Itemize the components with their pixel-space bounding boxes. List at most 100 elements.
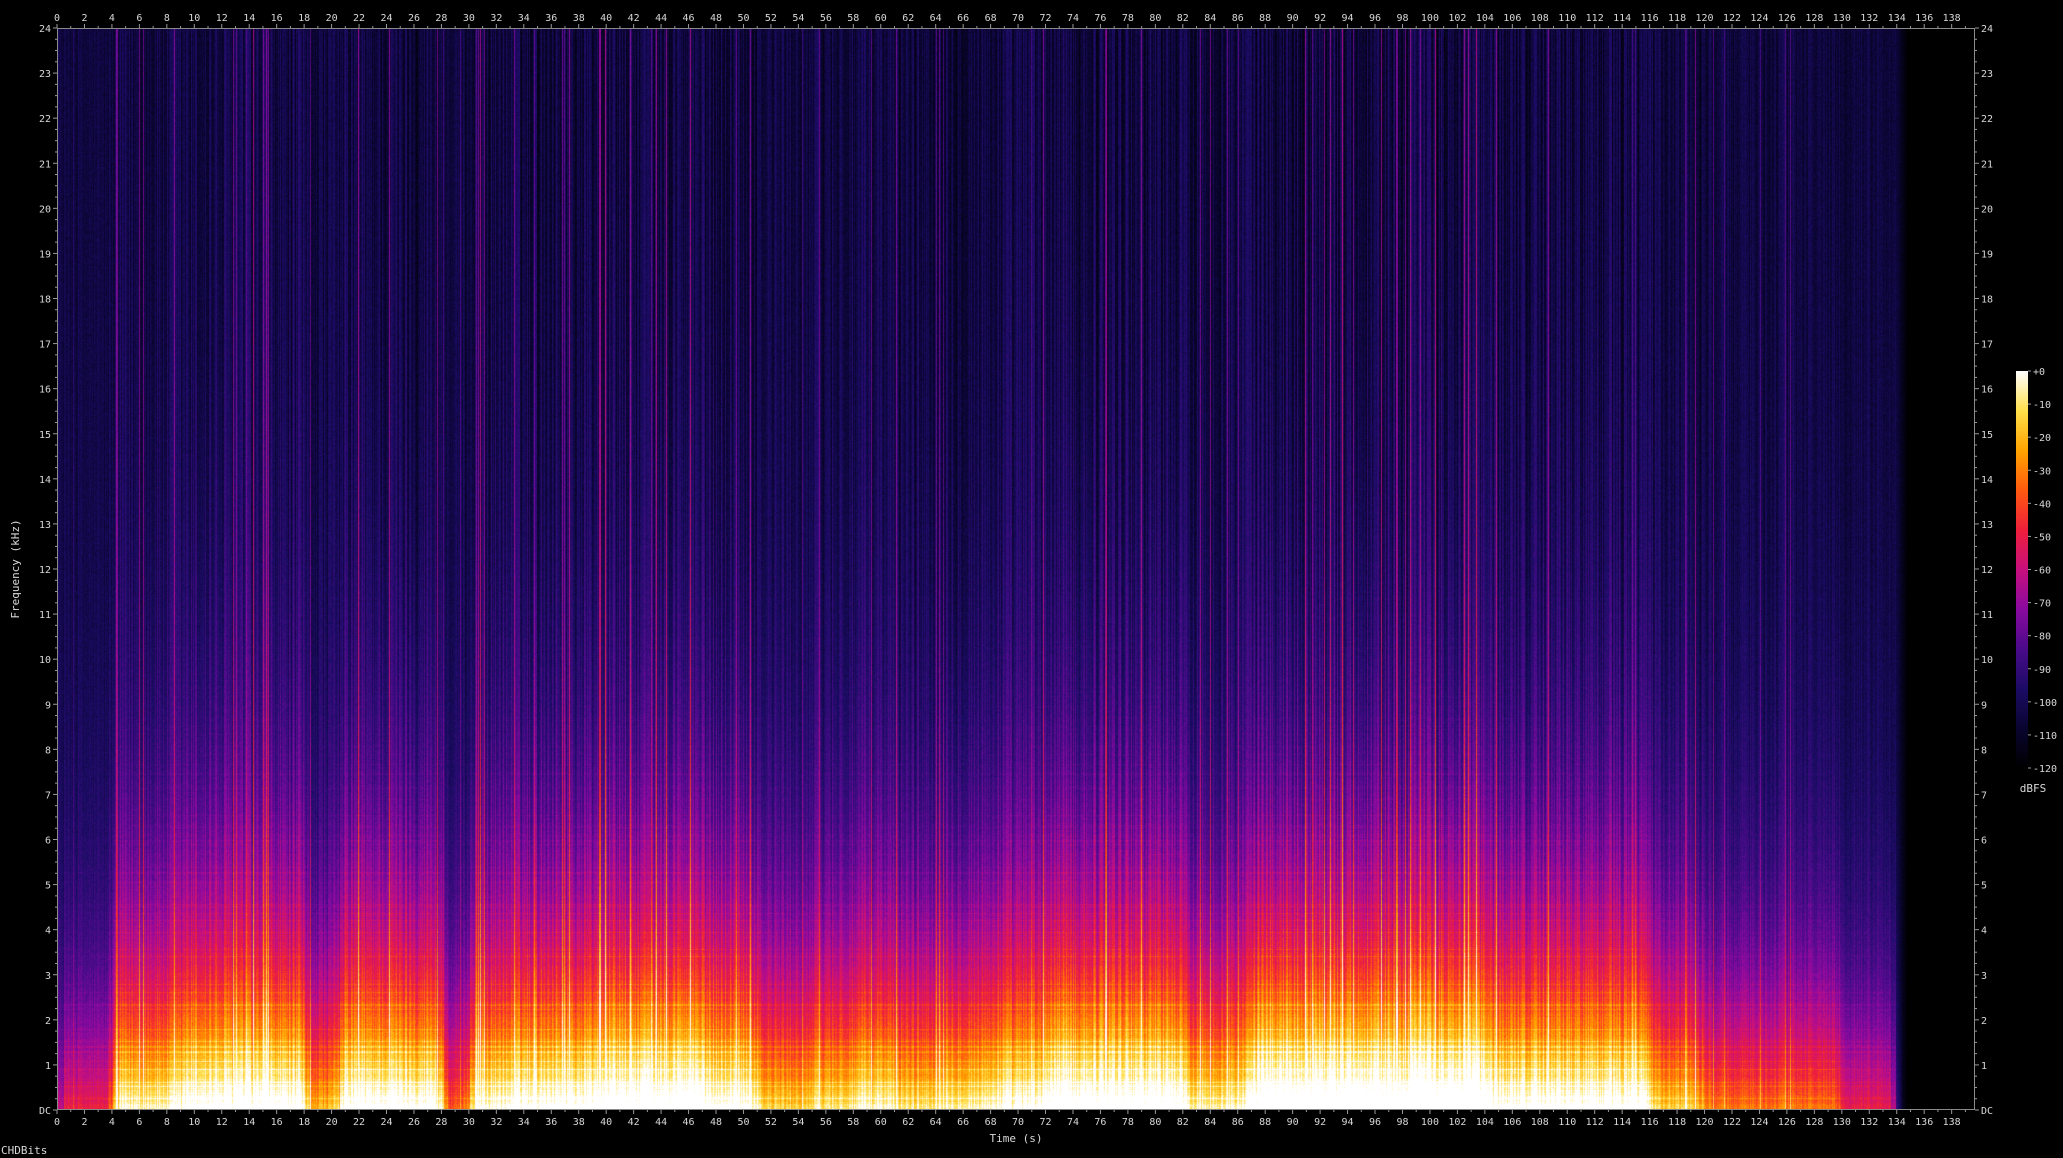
- y-tick-label-left: 24: [39, 24, 51, 35]
- x-axis-bottom: 0 2 4 6 8 10 12 14 16 18 20 22 24 26 28 30 32 34 36 38 40 42 4…: [54, 1110, 1966, 1128]
- x-tick-label-top: 24: [380, 13, 392, 24]
- x-tick-label-top: 124: [1750, 13, 1768, 24]
- x-tick-label-top: 54: [792, 13, 804, 24]
- x-tick-label-bottom: 22: [353, 1117, 365, 1128]
- y-tick-label-left: 1: [45, 1061, 51, 1072]
- x-tick-label-top: 48: [710, 13, 722, 24]
- y-tick-label-left: 21: [39, 159, 51, 170]
- x-tick-label-bottom: 24: [380, 1117, 392, 1128]
- x-tick-label-top: 126: [1778, 13, 1796, 24]
- x-tick-label-top: 114: [1613, 13, 1631, 24]
- y-tick-label-right: 9: [1981, 700, 1987, 711]
- y-tick-label-left: 18: [39, 295, 51, 306]
- x-tick-label-top: 112: [1586, 13, 1604, 24]
- x-tick-label-bottom: 52: [765, 1117, 777, 1128]
- x-tick-label-bottom: 60: [875, 1117, 887, 1128]
- y-tick-label-left: 14: [39, 475, 51, 486]
- x-tick-label-top: 28: [435, 13, 447, 24]
- x-tick-label-bottom: 88: [1259, 1117, 1271, 1128]
- x-tick-label-bottom: 62: [902, 1117, 914, 1128]
- y-tick-label-right: 1: [1981, 1061, 1987, 1072]
- colorbar-tick-label: -90: [2033, 665, 2051, 676]
- x-tick-label-bottom: 28: [435, 1117, 447, 1128]
- x-tick-label-bottom: 10: [188, 1117, 200, 1128]
- x-tick-label-top: 122: [1723, 13, 1741, 24]
- x-tick-label-bottom: 124: [1750, 1117, 1768, 1128]
- x-tick-label-bottom: 8: [164, 1117, 170, 1128]
- y-tick-label-left: DC: [39, 1106, 51, 1117]
- x-tick-label-top: 84: [1204, 13, 1216, 24]
- x-tick-label-bottom: 92: [1314, 1117, 1326, 1128]
- colorbar-tick-label: -80: [2033, 632, 2051, 643]
- y-tick-label-left: 5: [45, 881, 51, 892]
- x-tick-label-bottom: 94: [1342, 1117, 1354, 1128]
- x-tick-label-top: 74: [1067, 13, 1079, 24]
- x-tick-label-bottom: 126: [1778, 1117, 1796, 1128]
- colorbar-tick-label: -100: [2033, 698, 2057, 709]
- x-tick-label-bottom: 130: [1833, 1117, 1851, 1128]
- x-tick-label-top: 8: [164, 13, 170, 24]
- x-tick-label-top: 116: [1641, 13, 1659, 24]
- x-tick-label-top: 128: [1805, 13, 1823, 24]
- x-tick-label-top: 136: [1915, 13, 1933, 24]
- x-tick-label-top: 50: [737, 13, 749, 24]
- colorbar-tick-label: -20: [2033, 433, 2051, 444]
- colorbar-tick-label: -30: [2033, 466, 2051, 477]
- x-tick-label-top: 86: [1232, 13, 1244, 24]
- x-tick-label-top: 16: [271, 13, 283, 24]
- x-tick-label-bottom: 64: [930, 1117, 942, 1128]
- y-tick-label-right: 3: [1981, 971, 1987, 982]
- x-tick-label-top: 108: [1531, 13, 1549, 24]
- x-tick-label-top: 76: [1094, 13, 1106, 24]
- y-tick-label-left: 16: [39, 385, 51, 396]
- x-tick-label-bottom: 90: [1287, 1117, 1299, 1128]
- x-tick-label-bottom: 82: [1177, 1117, 1189, 1128]
- y-tick-label-right: 11: [1981, 610, 1993, 621]
- x-tick-label-top: 88: [1259, 13, 1271, 24]
- x-tick-label-top: 52: [765, 13, 777, 24]
- x-tick-label-bottom: 70: [1012, 1117, 1024, 1128]
- x-tick-label-top: 0: [54, 13, 60, 24]
- colorbar-label: dBFS: [2020, 782, 2047, 795]
- x-tick-label-top: 68: [985, 13, 997, 24]
- y-tick-label-right: 22: [1981, 114, 1993, 125]
- y-tick-label-left: 20: [39, 204, 51, 215]
- x-tick-label-top: 36: [545, 13, 557, 24]
- x-tick-label-bottom: 98: [1396, 1117, 1408, 1128]
- y-tick-label-left: 9: [45, 700, 51, 711]
- x-tick-label-bottom: 122: [1723, 1117, 1741, 1128]
- x-tick-label-bottom: 108: [1531, 1117, 1549, 1128]
- x-tick-label-top: 2: [81, 13, 87, 24]
- axes-layer: 0 2 4 6 8 10 12 14 16 18 20 22 24 26 28 30 32 34 36 38 40 42 4…: [9, 13, 2057, 1145]
- x-tick-label-top: 10: [188, 13, 200, 24]
- colorbar-tick-label: -60: [2033, 566, 2051, 577]
- colorbar-tick-label: +0: [2033, 367, 2045, 378]
- x-tick-label-top: 98: [1396, 13, 1408, 24]
- y-tick-label-right: 13: [1981, 520, 1993, 531]
- x-tick-label-top: 138: [1943, 13, 1961, 24]
- x-tick-label-bottom: 42: [628, 1117, 640, 1128]
- y-tick-label-left: 7: [45, 790, 51, 801]
- y-tick-label-left: 2: [45, 1016, 51, 1027]
- x-tick-label-top: 14: [243, 13, 255, 24]
- x-tick-label-bottom: 16: [271, 1117, 283, 1128]
- x-tick-label-bottom: 80: [1149, 1117, 1161, 1128]
- y-tick-label-right: 12: [1981, 565, 1993, 576]
- y-tick-label-left: 17: [39, 340, 51, 351]
- y-tick-label-right: 7: [1981, 790, 1987, 801]
- y-tick-label-right: 18: [1981, 295, 1993, 306]
- x-tick-label-bottom: 106: [1503, 1117, 1521, 1128]
- x-tick-label-top: 90: [1287, 13, 1299, 24]
- y-tick-label-left: 12: [39, 565, 51, 576]
- x-tick-label-bottom: 36: [545, 1117, 557, 1128]
- x-tick-label-bottom: 116: [1641, 1117, 1659, 1128]
- x-tick-label-bottom: 118: [1668, 1117, 1686, 1128]
- x-tick-label-bottom: 128: [1805, 1117, 1823, 1128]
- x-tick-label-top: 64: [930, 13, 942, 24]
- y-tick-label-right: 8: [1981, 745, 1987, 756]
- x-tick-label-bottom: 30: [463, 1117, 475, 1128]
- x-tick-label-bottom: 40: [600, 1117, 612, 1128]
- y-tick-label-left: 23: [39, 69, 51, 80]
- x-tick-label-bottom: 4: [109, 1117, 115, 1128]
- y-axis-left: DC12345678910111213141516171819202122232…: [39, 24, 57, 1117]
